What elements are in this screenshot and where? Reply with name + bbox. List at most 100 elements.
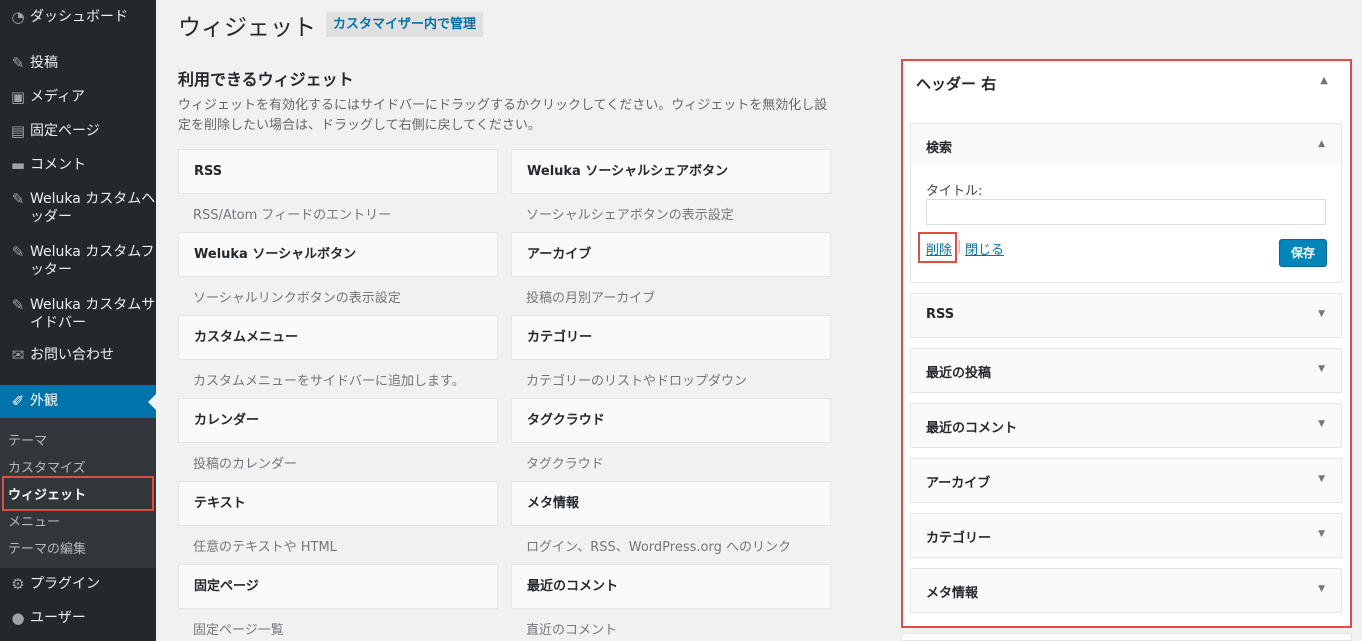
sidebar-item-label: Weluka カスタムサイドバー — [30, 297, 156, 331]
sidebar-item-label: 投稿 — [30, 55, 58, 71]
widget-name: 検索 — [926, 141, 953, 156]
page-title: ウィジェット — [178, 15, 316, 41]
widget-name: アーカイブ — [926, 476, 991, 491]
sidebar-item-label: メディア — [30, 89, 86, 105]
expand-arrow-icon[interactable]: ▼ — [1318, 584, 1325, 594]
widget-name: メタ情報 — [926, 586, 979, 601]
sidebar-item-label: Weluka カスタムフッター — [30, 244, 155, 278]
available-widget[interactable]: カスタムメニュー — [178, 315, 498, 360]
plugin-icon: ⚙ — [11, 575, 25, 593]
search-widget-header[interactable]: 検索 ▲ — [910, 123, 1342, 168]
title-input[interactable] — [926, 199, 1326, 225]
collapse-arrow-icon[interactable]: ▲ — [1318, 139, 1325, 149]
next-widget-area[interactable] — [901, 633, 1352, 641]
available-widget[interactable]: カテゴリー — [511, 315, 831, 360]
area-widget-header[interactable]: アーカイブ ▼ — [910, 458, 1342, 503]
collapse-arrow-icon[interactable]: ▲ — [1320, 75, 1328, 86]
available-widget[interactable]: アーカイブ — [511, 232, 831, 277]
sidebar-item[interactable]: ✎ Weluka カスタムサイドバー — [0, 296, 156, 336]
page-icon: ▤ — [10, 122, 26, 140]
sidebar-item[interactable]: ▣ メディア — [0, 88, 156, 108]
widget-description: カスタムメニューをサイドバーに追加します。 — [193, 374, 465, 389]
submenu-item[interactable]: カスタマイズ — [8, 457, 86, 476]
sidebar-item[interactable]: ⚙ プラグイン — [0, 575, 156, 595]
widget-description: 投稿の月別アーカイブ — [526, 291, 656, 306]
sidebar-item[interactable]: ✎ Weluka カスタムフッター — [0, 243, 156, 283]
admin-sidebar: ◔ ダッシュボード ✎ 投稿 ▣ メディア ▤ 固定ページ ▬ コメント ✎ Weluka カスタムヘ… — [0, 0, 156, 641]
sidebar-item-label: ユーザー — [30, 610, 86, 626]
pin-icon: ✎ — [11, 54, 25, 72]
widget-area-title[interactable]: ヘッダー 右 — [916, 73, 996, 94]
expand-arrow-icon[interactable]: ▼ — [1318, 529, 1325, 539]
widget-description: ソーシャルリンクボタンの表示設定 — [193, 291, 401, 306]
available-widget[interactable]: 固定ページ — [178, 564, 498, 609]
widget-description: タグクラウド — [526, 457, 604, 472]
manage-in-customizer-button[interactable]: カスタマイザー内で管理 — [326, 12, 484, 37]
search-widget-settings: タイトル: 削除 | 閉じる 保存 — [910, 165, 1342, 283]
widget-name: 最近のコメント — [926, 421, 1018, 436]
pin-icon: ✎ — [11, 296, 25, 314]
available-widget[interactable]: メタ情報 — [511, 481, 831, 526]
widget-name: 最近の投稿 — [926, 366, 992, 381]
area-widget-header[interactable]: メタ情報 ▼ — [910, 568, 1342, 613]
widget-name: カテゴリー — [926, 531, 992, 546]
dashboard-icon: ◔ — [11, 8, 25, 26]
available-widget[interactable]: Weluka ソーシャルシェアボタン — [511, 149, 831, 194]
sidebar-item[interactable]: ✐ 外観 — [0, 385, 156, 418]
current-arrow-icon — [148, 394, 156, 410]
sidebar-item-label: 固定ページ — [30, 123, 100, 139]
sidebar-item[interactable]: ▬ コメント — [0, 156, 156, 176]
user-icon: ● — [11, 609, 25, 627]
submenu-item[interactable]: テーマの編集 — [8, 538, 86, 557]
widget-description: ソーシャルシェアボタンの表示設定 — [526, 208, 734, 223]
widget-area-header-right: ヘッダー 右 ▲ 検索 ▲ タイトル: 削除 | 閉じる 保存 RSS ▼ 最近の投… — [901, 59, 1352, 628]
widget-description: ログイン、RSS、WordPress.org へのリンク — [526, 540, 791, 555]
sidebar-item[interactable]: ● ユーザー — [0, 609, 156, 629]
sidebar-item[interactable]: ✎ 投稿 — [0, 54, 156, 74]
close-link[interactable]: 閉じる — [965, 239, 1004, 258]
sidebar-item[interactable]: ▤ 固定ページ — [0, 122, 156, 142]
title-field-label: タイトル: — [926, 184, 983, 199]
delete-link[interactable]: 削除 — [926, 239, 952, 258]
sidebar-item-label: お問い合わせ — [30, 347, 114, 363]
sidebar-item-label: プラグイン — [30, 576, 100, 592]
available-widget[interactable]: タグクラウド — [511, 398, 831, 443]
widget-description: RSS/Atom フィードのエントリー — [193, 208, 392, 223]
area-widget-header[interactable]: 最近の投稿 ▼ — [910, 348, 1342, 393]
expand-arrow-icon[interactable]: ▼ — [1318, 419, 1325, 429]
sidebar-item[interactable]: ✎ Weluka カスタムヘッダー — [0, 190, 156, 230]
area-widget-header[interactable]: RSS ▼ — [910, 293, 1342, 338]
pin-icon: ✎ — [11, 243, 25, 261]
widget-description: カテゴリーのリストやドロップダウン — [526, 374, 748, 389]
save-button[interactable]: 保存 — [1279, 239, 1327, 267]
area-widget-header[interactable]: カテゴリー ▼ — [910, 513, 1342, 558]
pin-icon: ✎ — [11, 190, 25, 208]
available-widget[interactable]: RSS — [178, 149, 498, 194]
expand-arrow-icon[interactable]: ▼ — [1318, 309, 1325, 319]
sidebar-item-label: コメント — [30, 157, 86, 173]
available-widgets-description: ウィジェットを有効化するにはサイドバーにドラッグするかクリックしてください。ウィ… — [178, 98, 828, 133]
available-widget[interactable]: 最近のコメント — [511, 564, 831, 609]
widget-description: 投稿のカレンダー — [193, 457, 298, 472]
available-widget[interactable]: テキスト — [178, 481, 498, 526]
sidebar-item-label: Weluka カスタムヘッダー — [30, 191, 156, 225]
comment-icon: ▬ — [10, 156, 26, 174]
widgets-highlight — [2, 476, 154, 511]
widget-name: RSS — [926, 307, 955, 322]
area-widget-header[interactable]: 最近のコメント ▼ — [910, 403, 1342, 448]
submenu-item[interactable]: テーマ — [8, 430, 47, 449]
expand-arrow-icon[interactable]: ▼ — [1318, 364, 1325, 374]
widget-description: 直近のコメント — [526, 623, 618, 638]
submenu-item[interactable]: メニュー — [8, 511, 60, 530]
available-widgets-title: 利用できるウィジェット — [178, 70, 354, 89]
sidebar-item-label: 外観 — [30, 393, 58, 409]
widget-description: 固定ページ一覧 — [193, 623, 284, 638]
expand-arrow-icon[interactable]: ▼ — [1318, 474, 1325, 484]
sidebar-item[interactable]: ✉ お問い合わせ — [0, 346, 156, 366]
available-widget[interactable]: Weluka ソーシャルボタン — [178, 232, 498, 277]
sidebar-item[interactable]: ◔ ダッシュボード — [0, 8, 156, 28]
available-widget[interactable]: カレンダー — [178, 398, 498, 443]
widget-description: 任意のテキストや HTML — [193, 540, 337, 555]
brush-icon: ✐ — [11, 392, 25, 410]
mail-icon: ✉ — [11, 346, 25, 364]
